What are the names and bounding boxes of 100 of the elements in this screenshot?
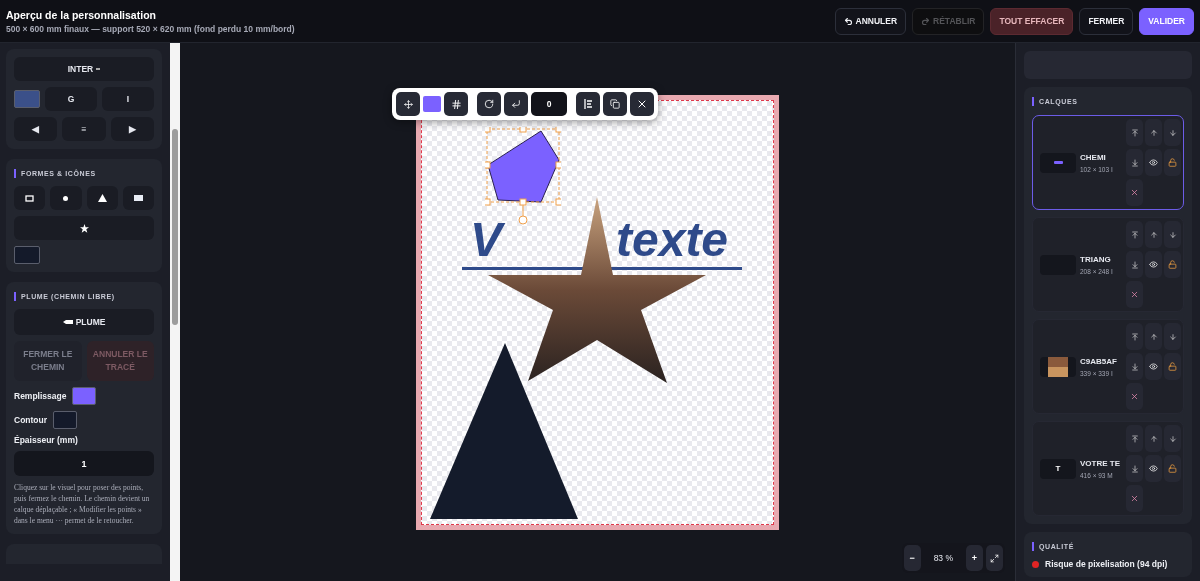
arrow-down-icon [1168,128,1177,137]
close-button[interactable] [630,92,654,116]
lock-button[interactable] [1164,251,1181,278]
arrow-down-to-line-icon [1130,362,1139,371]
arrow-up-to-line-icon [1130,230,1139,239]
visibility-button[interactable] [1145,251,1162,278]
fill-color-swatch[interactable] [423,96,441,112]
arrow-down-to-line-icon [1130,464,1139,473]
danger-button[interactable]: TOUT EFFACER [990,7,1074,35]
duplicate-icon [610,99,620,109]
undo-icon [843,16,853,26]
arrow-down-to-line-icon [1130,158,1139,167]
lock-button[interactable] [1164,149,1181,176]
scrollbar[interactable] [170,43,180,581]
unlock-icon [1168,464,1177,473]
delete-icon [1130,188,1139,197]
duplicate-button[interactable] [603,92,627,116]
primary-button[interactable]: VALIDER [1139,7,1194,35]
color-swatch[interactable] [53,411,78,429]
return-arrow-icon [511,99,521,109]
arrow-up-icon [1149,128,1158,137]
unlock-icon [1168,158,1177,167]
lock-button[interactable] [1164,353,1181,380]
eye-icon [1149,362,1158,371]
thumbnail-text: T [1055,464,1061,473]
arrow-down-to-line-icon [1130,260,1139,269]
delete-icon [1130,290,1139,299]
layer-name: TRIANG [1080,254,1112,264]
arrow-down-icon [1168,434,1177,443]
eye-icon [1149,260,1158,269]
fit-button[interactable] [986,545,1003,571]
width-input[interactable]: 1 [14,451,154,476]
rectangle-icon [133,195,143,201]
circle-icon [63,195,69,201]
arrow-down-icon [1168,332,1177,341]
zoom-value: 83 % [932,553,954,563]
arrow-up-to-line-icon [1130,332,1139,341]
font-dropdown[interactable]: INTER [14,57,154,81]
canvas-text: V [466,215,506,265]
align-button[interactable]: ▶ [110,117,154,141]
quality-message: Risque de pixelisation (94 dpi) [1045,559,1168,569]
rotate-icon [484,99,494,109]
color-swatch[interactable] [72,387,97,405]
canvas-text: texte [615,215,730,265]
style-button[interactable]: G [45,87,97,111]
align-icon [583,99,593,109]
eye-icon [1149,158,1158,167]
shape-button[interactable] [86,186,118,210]
visibility-button[interactable] [1145,455,1162,482]
rotate-button[interactable] [477,92,501,116]
crop-icon [450,98,462,110]
shape-button[interactable] [122,186,154,210]
rotation-input[interactable]: 0 [531,92,567,116]
arrow-up-icon [1149,332,1158,341]
redo-icon [921,16,931,26]
move-button[interactable] [396,92,420,116]
expand-icon [990,553,999,563]
rectangle-outline-icon [25,194,35,202]
window-title: Aperçu de la personnalisation [6,8,157,21]
arrow-up-to-line-icon [1130,434,1139,443]
window-subtitle: 500 × 600 mm finaux — support 520 × 620 mm (fond perdu 10 mm/bord) [6,23,295,34]
layer-name: CHEMI [1080,152,1107,162]
text-color-swatch[interactable] [14,90,40,108]
zoom-in-button[interactable]: + [966,545,983,571]
visibility-button[interactable] [1145,353,1162,380]
triangle-icon [97,194,107,202]
arrow-up-icon [1149,434,1158,443]
eye-icon [1149,464,1158,473]
align-button[interactable]: ≡ [62,117,106,141]
unlock-icon [1168,362,1177,371]
move-icon [403,99,413,109]
crop-button[interactable] [444,92,468,116]
close-icon [636,98,648,110]
style-button[interactable]: I [102,87,154,111]
layer-name: VOTRE TE [1080,458,1121,468]
star-icon [79,223,89,233]
path-icon [1053,161,1063,164]
delete-icon [1130,392,1139,401]
shape-color-swatch[interactable] [14,246,40,264]
swatch-label: Remplissage [14,391,67,401]
pen-button[interactable]: PLUME [14,309,154,335]
arrow-up-to-line-icon [1130,128,1139,137]
lock-button[interactable] [1164,455,1181,482]
caret-icon [96,68,101,70]
align-button[interactable] [576,92,600,116]
photo-placeholder [1048,356,1068,377]
arrow-up-icon [1149,230,1158,239]
flip-button[interactable] [504,92,528,116]
visibility-button[interactable] [1145,149,1162,176]
pen-icon [62,320,73,324]
plain-button[interactable]: FERMER [1079,7,1134,35]
align-button[interactable]: ◀ [14,117,58,141]
delete-icon [1130,494,1139,503]
shape-button[interactable] [14,186,46,210]
width-label: Épaisseur (mm) [14,435,79,445]
unlock-icon [1168,260,1177,269]
swatch-label: Contour [14,415,48,425]
shape-button[interactable] [50,186,82,210]
undo-button[interactable]: ANNULER [834,7,907,35]
zoom-out-button[interactable]: − [903,545,921,571]
